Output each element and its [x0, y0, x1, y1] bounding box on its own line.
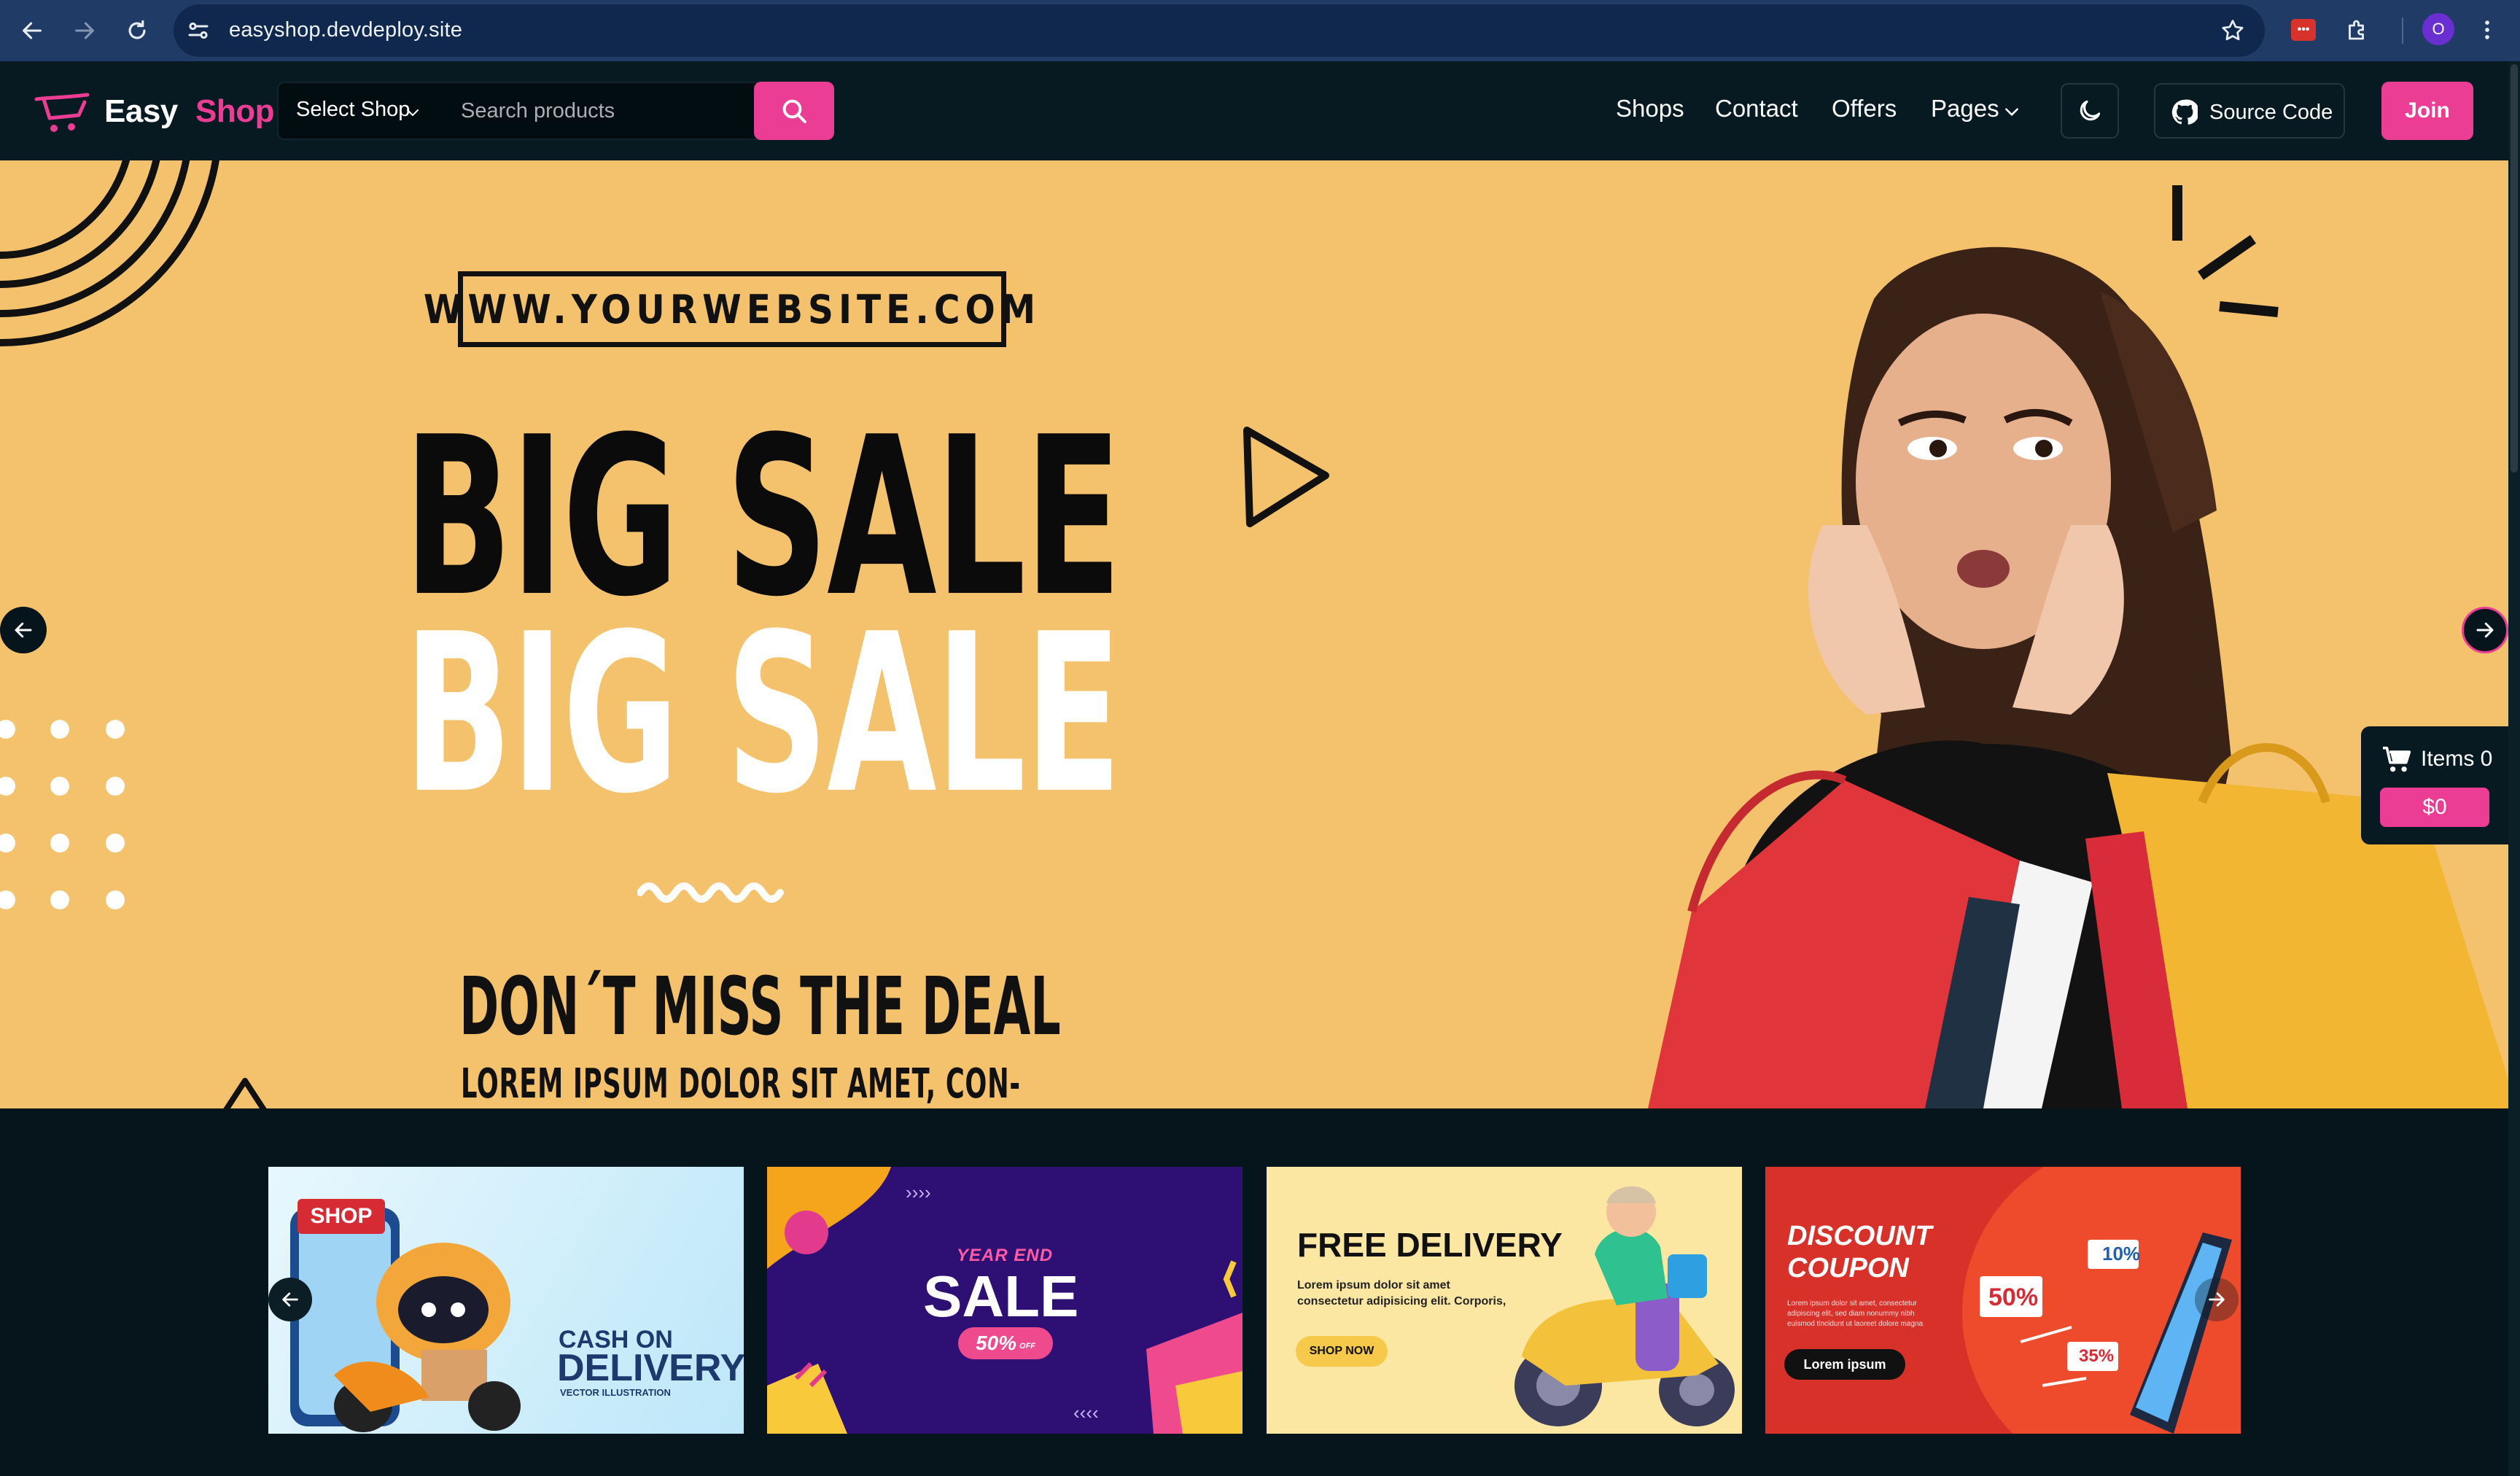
arrow-right-icon: [2209, 1292, 2225, 1307]
back-button[interactable]: [13, 12, 51, 50]
deal-heading: DON´T MISS THE DEAL: [459, 960, 1061, 1053]
browser-menu-button[interactable]: [2470, 13, 2504, 47]
profile-avatar[interactable]: O: [2422, 13, 2454, 45]
promo-cod-line2: DELIVERY: [557, 1347, 744, 1389]
arrow-right-icon: [2476, 622, 2494, 638]
cart-items-count: Items 0: [2421, 747, 2493, 771]
promo-sale-title: SALE: [923, 1264, 1079, 1329]
reload-icon: [128, 20, 146, 39]
website-text: WWW.YOURWEBSITE.COM: [424, 271, 1035, 347]
promo-prev-button[interactable]: [268, 1278, 312, 1321]
nav-shops[interactable]: Shops: [1616, 95, 1684, 123]
woman-shopping-image: [1648, 246, 2508, 1108]
promo-delivery-title: FREE DELIVERY: [1297, 1226, 1563, 1264]
bookmark-star-icon[interactable]: [2220, 18, 2246, 44]
hero-prev-button[interactable]: [0, 607, 47, 653]
promo-shop-now-button[interactable]: SHOP NOW: [1296, 1336, 1388, 1367]
cart-total: $0: [2380, 788, 2489, 827]
nav-offers[interactable]: Offers: [1832, 95, 1897, 123]
promo-card-year-end-sale[interactable]: ›››› ‹‹‹‹ YEAR END SALE 50% OFF: [767, 1167, 1242, 1434]
coupon-cta-button[interactable]: Lorem ipsum: [1784, 1349, 1905, 1380]
moon-icon: [2080, 100, 2101, 121]
decorative-triangle-small: [223, 1078, 267, 1108]
puzzle-icon: [2349, 20, 2364, 40]
svg-text:‹‹‹‹: ‹‹‹‹: [1073, 1402, 1099, 1423]
promo-sale-badge-suffix: OFF: [1019, 1342, 1036, 1351]
coupon-body-line3: euismod tincidunt ut laoreet dolore magn…: [1787, 1320, 1924, 1328]
promo-card-cash-on-delivery[interactable]: SHOP CASH ON DELIVERY VECTOR ILLUSTRATIO…: [268, 1167, 744, 1434]
nav-contact[interactable]: Contact: [1715, 95, 1798, 123]
hero-slider: WWW.YOURWEBSITE.COM BIG SALE BIG SALE DO…: [0, 160, 2508, 1108]
promo-sale-badge: 50% OFF: [958, 1327, 1053, 1359]
promo-shop-badge: SHOP: [298, 1199, 385, 1234]
arrow-left-icon: [23, 22, 42, 39]
coupon-tag-10: 10%: [2102, 1243, 2141, 1265]
cart-icon: [2383, 746, 2411, 772]
svg-text:››››: ››››: [906, 1181, 931, 1203]
deal-subheading: LOREM IPSUM DOLOR SIT AMET, CON-: [461, 1060, 1021, 1108]
hero-next-button[interactable]: [2462, 607, 2508, 653]
address-bar[interactable]: easyshop.devdeploy.site: [174, 4, 2265, 57]
forward-button[interactable]: [66, 12, 104, 50]
floating-cart[interactable]: Items 0 $0: [2361, 726, 2508, 844]
promo-card-free-delivery[interactable]: FREE DELIVERY Lorem ipsum dolor sit amet…: [1267, 1167, 1742, 1434]
extension-icon: •••: [2291, 19, 2316, 41]
coupon-tag-35: 35%: [2079, 1346, 2115, 1366]
nav-pages[interactable]: Pages: [1931, 95, 1999, 123]
promo-delivery-line2: consectetur adipisicing elit. Corporis,: [1297, 1295, 1506, 1308]
toolbar-divider: [2402, 18, 2403, 44]
headline-big-sale-white: BIG SALE: [404, 587, 1121, 842]
url-text[interactable]: easyshop.devdeploy.site: [229, 18, 462, 42]
decorative-arcs: [0, 160, 219, 346]
coupon-title-line1: DISCOUNT: [1787, 1221, 1932, 1251]
site-settings-icon[interactable]: [185, 18, 211, 44]
promo-card-discount-coupon[interactable]: 10% 50% 35% DISCOUNT COUPON Lorem ipsum …: [1765, 1167, 2241, 1434]
scrollbar-thumb[interactable]: [2511, 64, 2518, 473]
chevron-down-icon[interactable]: [2002, 102, 2021, 121]
github-icon: [2171, 99, 2198, 125]
promo-delivery-line1: Lorem ipsum dolor sit amet: [1297, 1279, 1450, 1292]
decorative-dots: [0, 720, 125, 909]
arrow-left-icon: [282, 1292, 298, 1307]
more-vertical-icon: [2485, 20, 2489, 39]
promo-next-button[interactable]: [2195, 1278, 2239, 1321]
coupon-tag-50: 50%: [1988, 1283, 2039, 1311]
coupon-title-line2: COUPON: [1787, 1253, 1909, 1283]
reload-button[interactable]: [118, 12, 156, 50]
source-code-button[interactable]: Source Code: [2154, 83, 2345, 139]
extension-button[interactable]: •••: [2287, 13, 2320, 47]
theme-toggle-button[interactable]: [2061, 83, 2119, 139]
promo-cod-line3: VECTOR ILLUSTRATION: [560, 1387, 671, 1398]
promo-sale-badge-value: 50%: [975, 1332, 1017, 1354]
decorative-wave: [637, 882, 784, 903]
browser-toolbar: easyshop.devdeploy.site ••• O: [0, 0, 2520, 61]
arrow-right-icon: [75, 22, 94, 39]
coupon-body-line2: adipiscing elit, sed diam nonummy nibh: [1787, 1310, 1915, 1318]
extensions-menu-button[interactable]: [2341, 13, 2374, 47]
page-scrollbar[interactable]: [2508, 61, 2520, 1476]
join-button[interactable]: Join: [2381, 82, 2473, 140]
coupon-body-line1: Lorem ipsum dolor sit amet, consectetur: [1787, 1300, 1917, 1308]
source-code-label: Source Code: [2209, 101, 2333, 124]
main-nav: Shops Contact Offers Pages Source Code J…: [0, 61, 2508, 160]
arrow-left-icon: [15, 622, 32, 638]
